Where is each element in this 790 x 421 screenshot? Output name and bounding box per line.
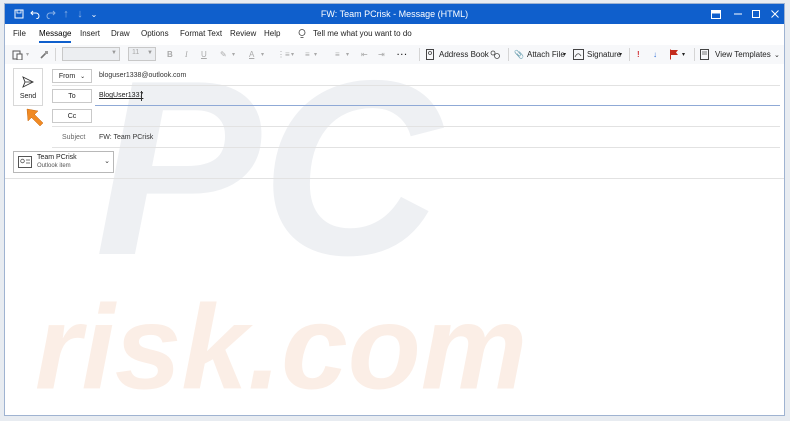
ribbon-separator [419,48,420,61]
tab-insert[interactable]: Insert [80,24,100,44]
view-templates-button[interactable]: View Templates [715,45,771,64]
subject-field[interactable]: FW: Team PCrisk [99,134,153,141]
flag-dropdown-icon[interactable]: ▾ [682,45,685,64]
tab-draw[interactable]: Draw [111,24,130,44]
to-button[interactable]: To [52,89,92,103]
from-button[interactable]: From ⌄ [52,69,92,83]
underline-icon[interactable]: U [201,45,207,64]
tab-options[interactable]: Options [141,24,169,44]
italic-icon[interactable]: I [185,45,188,64]
paste-icon[interactable] [12,45,23,64]
attachment-name: Team PCrisk [37,154,77,161]
ribbon-display-icon[interactable] [709,4,723,24]
align-dropdown-icon[interactable]: ▾ [346,45,349,64]
to-field-focus-line [95,105,780,106]
increase-indent-icon[interactable]: ⇥ [378,45,385,64]
font-size-combo[interactable]: 11 ▼ [128,47,156,61]
bullets-dropdown-icon[interactable]: ▾ [291,45,294,64]
ribbon-separator [508,48,509,61]
cc-label: Cc [67,112,77,120]
align-icon[interactable]: ≡ [335,45,340,64]
signature-dropdown-icon[interactable]: ▾ [619,45,622,64]
compose-area: PC risk.com Send From ⌄ bloguser1338@out… [5,64,784,415]
format-painter-icon[interactable] [39,45,49,64]
from-dropdown-icon: ⌄ [80,73,86,80]
bold-icon[interactable]: B [167,45,173,64]
font-color-icon[interactable]: A [249,45,254,64]
tab-help[interactable]: Help [264,24,280,44]
paste-dropdown-icon[interactable]: ▾ [26,45,29,64]
maximize-icon[interactable] [749,4,763,24]
subject-label: Subject [62,134,86,141]
divider [52,147,780,148]
high-importance-icon[interactable]: ! [637,45,640,64]
flag-icon[interactable] [669,45,679,64]
outlook-message-window: ↑ ↓ ⌄ FW: Team PCrisk - Message (HTML) F… [4,3,785,416]
templates-icon[interactable] [700,45,710,64]
minimize-icon[interactable] [731,4,745,24]
ribbon-separator [55,48,56,61]
more-options-icon[interactable]: ··· [397,45,408,64]
window-title: FW: Team PCrisk - Message (HTML) [320,9,469,19]
attachment-item[interactable]: Team PCrisk Outlook item ⌄ [13,151,114,173]
expand-ribbon-icon[interactable]: ⌄ [774,45,780,64]
ribbon: ▾ ▼ 11 ▼ B I U ✎ ▾ A ▾ ⋮≡ ▾ ≡ ▾ ≡ ▾ ⇤ ⇥ … [5,45,784,65]
tab-file[interactable]: File [13,24,26,44]
signature-icon[interactable] [573,45,584,64]
attachment-dropdown-icon[interactable]: ⌄ [104,157,110,165]
divider [52,126,780,127]
send-icon [22,76,35,88]
cc-button[interactable]: Cc [52,109,92,123]
tab-message[interactable]: Message [39,24,72,44]
title-bar: ↑ ↓ ⌄ FW: Team PCrisk - Message (HTML) [5,4,784,24]
text-cursor [141,91,142,101]
tab-format-text[interactable]: Format Text [180,24,222,44]
decrease-indent-icon[interactable]: ⇤ [361,45,368,64]
attachment-type: Outlook item [37,163,71,169]
send-button[interactable]: Send [13,68,43,106]
numbering-icon[interactable]: ≡ [305,45,310,64]
highlight-dropdown-icon[interactable]: ▾ [232,45,235,64]
ribbon-separator [694,48,695,61]
tab-review[interactable]: Review [230,24,256,44]
font-color-dropdown-icon[interactable]: ▾ [261,45,264,64]
numbering-dropdown-icon[interactable]: ▾ [314,45,317,64]
ribbon-separator [629,48,630,61]
outlook-item-icon [18,156,32,168]
tell-me-search[interactable]: Tell me what you want to do [313,24,412,44]
paperclip-icon[interactable]: 📎 [514,45,524,64]
to-field-recipient[interactable]: BlogUser1337 [99,92,143,99]
font-size-value: 11 [132,49,140,56]
menu-bar: File Message Insert Draw Options Format … [5,24,784,45]
highlight-icon[interactable]: ✎ [220,45,227,64]
message-body[interactable] [5,179,784,415]
font-name-combo[interactable]: ▼ [62,47,120,61]
address-book-icon[interactable] [425,45,435,64]
signature-button[interactable]: Signature [587,45,621,64]
send-label: Send [19,93,37,100]
address-book-button[interactable]: Address Book [439,45,489,64]
orange-pointer-arrow [26,108,44,127]
close-icon[interactable] [768,4,782,24]
lightbulb-icon [298,24,306,44]
from-field[interactable]: bloguser1338@outlook.com [99,72,186,79]
attach-file-dropdown-icon[interactable]: ▾ [563,45,566,64]
attach-file-button[interactable]: Attach File [527,45,565,64]
divider [52,85,780,86]
from-label: From [58,72,76,80]
low-importance-icon[interactable]: ↓ [653,45,657,64]
to-label: To [68,92,76,100]
bullets-icon[interactable]: ⋮≡ [277,45,290,64]
check-names-icon[interactable] [489,45,501,64]
